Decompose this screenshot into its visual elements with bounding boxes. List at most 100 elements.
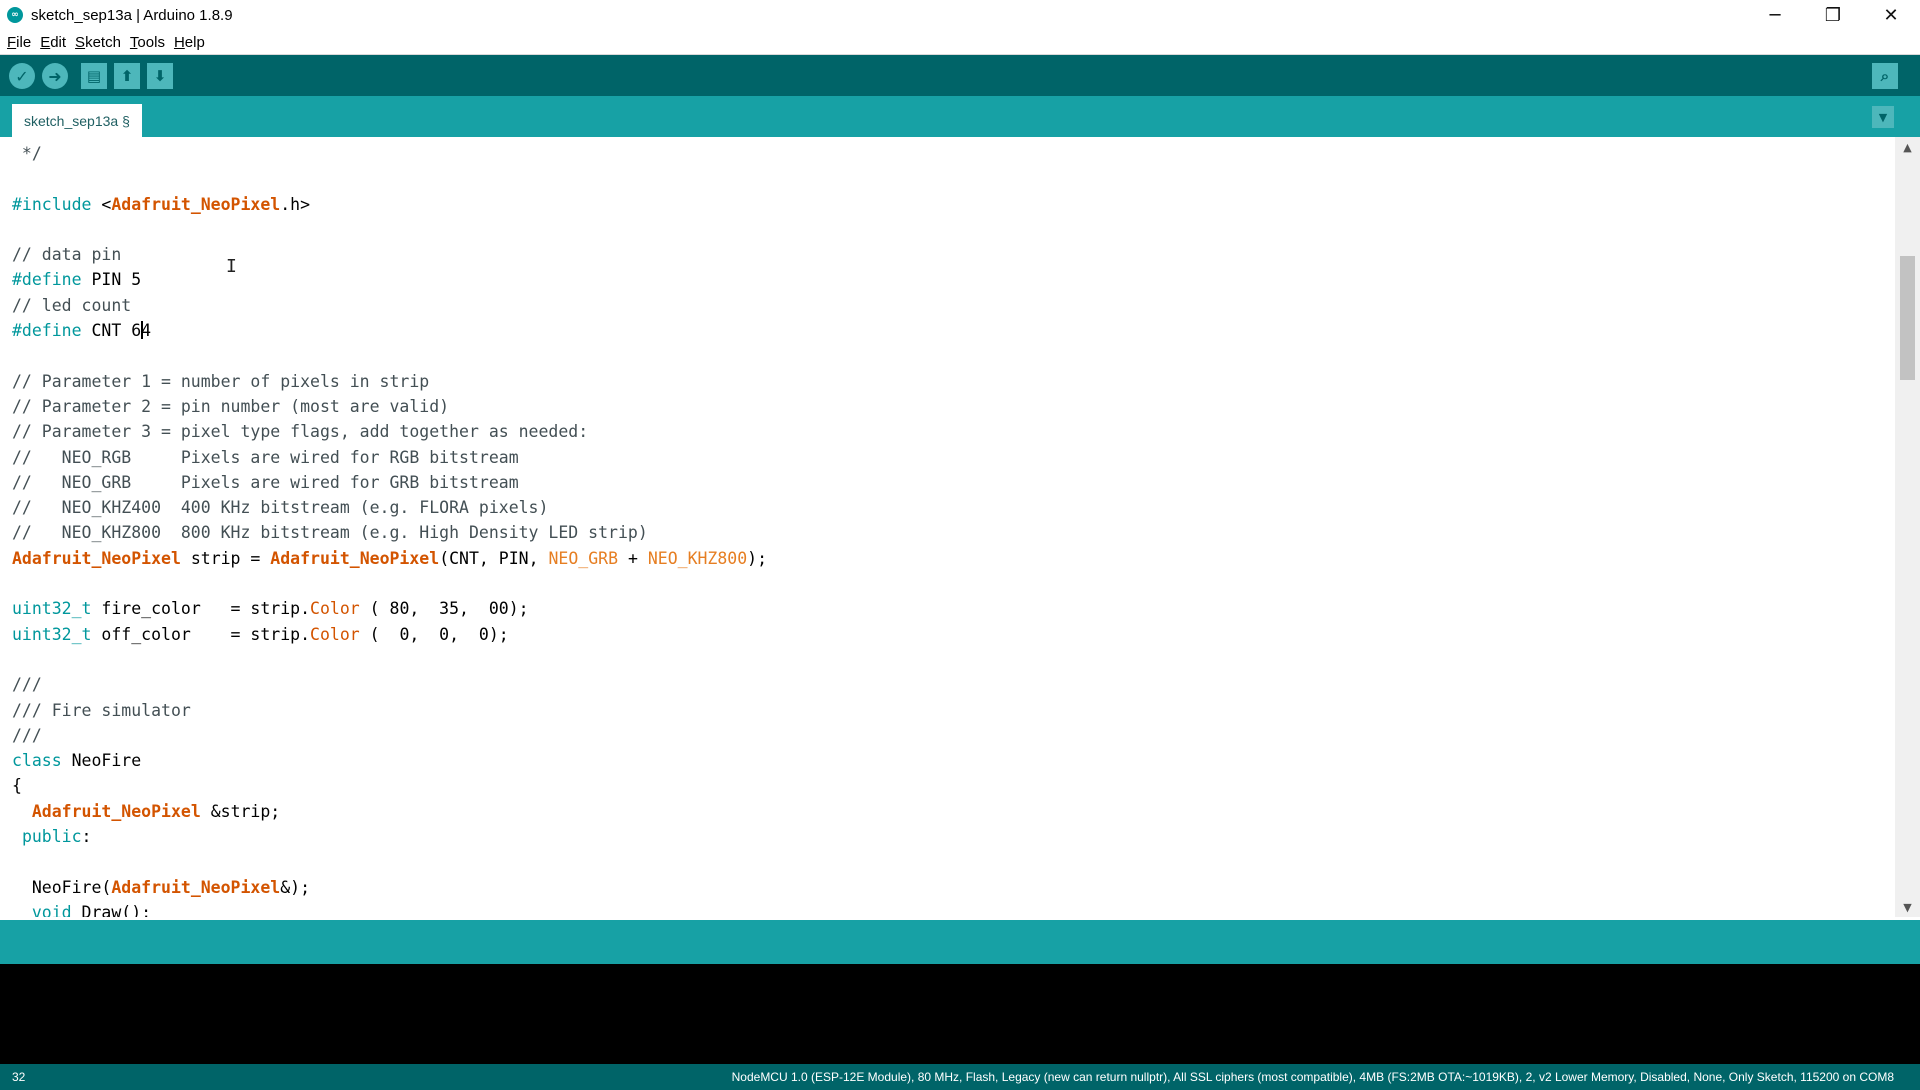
code-token: Adafruit_NeoPixel — [111, 194, 281, 214]
code-token: { — [12, 776, 22, 796]
code-token: /// Fire simulator — [12, 700, 191, 720]
restore-icon[interactable]: ❐ — [1804, 0, 1862, 30]
menu-file[interactable]: File — [7, 34, 31, 51]
code-token: // NEO_GRB Pixels are wired for GRB bits… — [12, 472, 519, 492]
code-token: // NEO_RGB Pixels are wired for RGB bits… — [12, 447, 519, 467]
code-token: < — [101, 194, 112, 214]
tab-menu-icon[interactable]: ▼ — [1872, 106, 1894, 128]
code-token: /// — [12, 675, 42, 695]
code-text[interactable]: */ #include <Adafruit_NeoPixel.h> // dat… — [12, 141, 767, 917]
code-token: fire_color = strip. — [91, 599, 311, 619]
code-token: (CNT, PIN, — [439, 548, 549, 568]
code-token: uint32_t — [12, 599, 92, 619]
code-token: &strip; — [200, 801, 281, 821]
code-line[interactable]: // NEO_RGB Pixels are wired for RGB bits… — [12, 445, 767, 470]
code-line[interactable] — [12, 571, 767, 596]
code-token: ( 0, 0, 0); — [359, 624, 509, 644]
code-line[interactable]: /// — [12, 723, 767, 748]
code-token: + — [618, 548, 648, 568]
line-number: 32 — [12, 1070, 26, 1084]
code-line[interactable]: // Parameter 2 = pin number (most are va… — [12, 394, 767, 419]
code-line[interactable]: // NEO_GRB Pixels are wired for GRB bits… — [12, 470, 767, 495]
code-line[interactable]: uint32_t off_color = strip.Color ( 0, 0,… — [12, 622, 767, 647]
code-line[interactable] — [12, 217, 767, 242]
board-info: NodeMCU 1.0 (ESP-12E Module), 80 MHz, Fl… — [731, 1070, 1894, 1084]
code-line[interactable] — [12, 166, 767, 191]
menu-bar: File Edit Sketch Tools Help — [0, 30, 1920, 55]
scroll-thumb[interactable] — [1900, 256, 1915, 380]
code-line[interactable]: #define PIN 5 — [12, 267, 767, 292]
menu-help[interactable]: Help — [174, 34, 205, 51]
open-sketch-button[interactable]: ⬆ — [114, 63, 140, 89]
code-token: // NEO_KHZ400 400 KHz bitstream (e.g. FL… — [12, 498, 549, 518]
verify-button[interactable]: ✓ — [9, 63, 35, 89]
menu-tools[interactable]: Tools — [130, 34, 165, 51]
code-token: NEO_KHZ800 — [647, 548, 748, 568]
code-line[interactable]: { — [12, 773, 767, 798]
arduino-logo-icon: ∞ — [7, 7, 23, 23]
code-editor[interactable]: */ #include <Adafruit_NeoPixel.h> // dat… — [0, 137, 1895, 917]
code-line[interactable]: // Parameter 1 = number of pixels in str… — [12, 369, 767, 394]
code-line[interactable]: /// Fire simulator — [12, 698, 767, 723]
code-token: // Parameter 1 = number of pixels in str… — [12, 371, 430, 391]
code-line[interactable]: // NEO_KHZ400 400 KHz bitstream (e.g. FL… — [12, 495, 767, 520]
new-sketch-button[interactable]: ▤ — [81, 63, 107, 89]
code-token: */ — [12, 144, 42, 163]
text-cursor-icon: I — [226, 256, 237, 277]
code-line[interactable] — [12, 343, 767, 368]
code-line[interactable]: #define CNT 64 — [12, 318, 767, 343]
code-line[interactable]: void Draw(); — [12, 900, 767, 917]
code-token: #define — [12, 270, 82, 290]
code-token: .h> — [280, 194, 311, 214]
code-line[interactable]: // led count — [12, 293, 767, 318]
code-token: ( 80, 35, 00); — [359, 599, 529, 619]
code-token: uint32_t — [12, 624, 92, 644]
menu-sketch[interactable]: Sketch — [75, 34, 121, 51]
code-line[interactable]: #include <Adafruit_NeoPixel.h> — [12, 192, 767, 217]
code-token: off_color = strip. — [91, 624, 311, 644]
code-line[interactable]: /// — [12, 672, 767, 697]
code-line[interactable] — [12, 647, 767, 672]
serial-monitor-button[interactable]: ⌕ — [1872, 63, 1898, 89]
code-token: Color — [310, 624, 360, 644]
message-bar — [0, 920, 1920, 964]
menu-edit[interactable]: Edit — [40, 34, 66, 51]
code-line[interactable]: uint32_t fire_color = strip.Color ( 80, … — [12, 596, 767, 621]
code-line[interactable]: Adafruit_NeoPixel strip = Adafruit_NeoPi… — [12, 546, 767, 571]
tab-sketch[interactable]: sketch_sep13a § — [12, 104, 142, 137]
title-bar: ∞ sketch_sep13a | Arduino 1.8.9 ─ ❐ ✕ — [0, 0, 1920, 30]
minimize-icon[interactable]: ─ — [1746, 0, 1804, 30]
code-token: #define — [12, 321, 82, 341]
code-token: // data pin — [12, 245, 122, 265]
code-line[interactable]: // NEO_KHZ800 800 KHz bitstream (e.g. Hi… — [12, 520, 767, 545]
code-token: Adafruit_NeoPixel — [270, 548, 440, 568]
code-line[interactable]: // data pin — [12, 242, 767, 267]
code-line[interactable] — [12, 849, 767, 874]
scroll-up-icon[interactable]: ▲ — [1895, 137, 1920, 157]
code-token: CNT 6 — [81, 321, 142, 341]
code-token: void — [31, 902, 72, 917]
upload-button[interactable]: ➜ — [42, 63, 68, 89]
save-sketch-button[interactable]: ⬇ — [147, 63, 173, 89]
code-line[interactable]: Adafruit_NeoPixel &strip; — [12, 799, 767, 824]
code-line[interactable]: public: — [12, 824, 767, 849]
code-token: NeoFire — [61, 751, 142, 771]
scroll-down-icon[interactable]: ▼ — [1895, 897, 1920, 917]
code-token: Color — [310, 599, 360, 619]
code-token: ); — [747, 548, 768, 568]
code-token: Adafruit_NeoPixel — [12, 548, 181, 568]
code-token: #include — [12, 194, 102, 214]
toolbar: ✓ ➜ ▤ ⬆ ⬇ ⌕ — [0, 55, 1920, 96]
code-line[interactable]: NeoFire(Adafruit_NeoPixel&); — [12, 875, 767, 900]
code-token: strip = — [180, 548, 271, 568]
console-output[interactable] — [0, 964, 1920, 1064]
code-token: // led count — [12, 295, 132, 315]
code-line[interactable]: // Parameter 3 = pixel type flags, add t… — [12, 419, 767, 444]
code-token: Adafruit_NeoPixel — [111, 877, 281, 897]
close-icon[interactable]: ✕ — [1862, 0, 1920, 30]
code-line[interactable]: */ — [12, 141, 767, 166]
code-line[interactable]: class NeoFire — [12, 748, 767, 773]
editor-scrollbar[interactable]: ▲ ▼ — [1895, 137, 1920, 917]
